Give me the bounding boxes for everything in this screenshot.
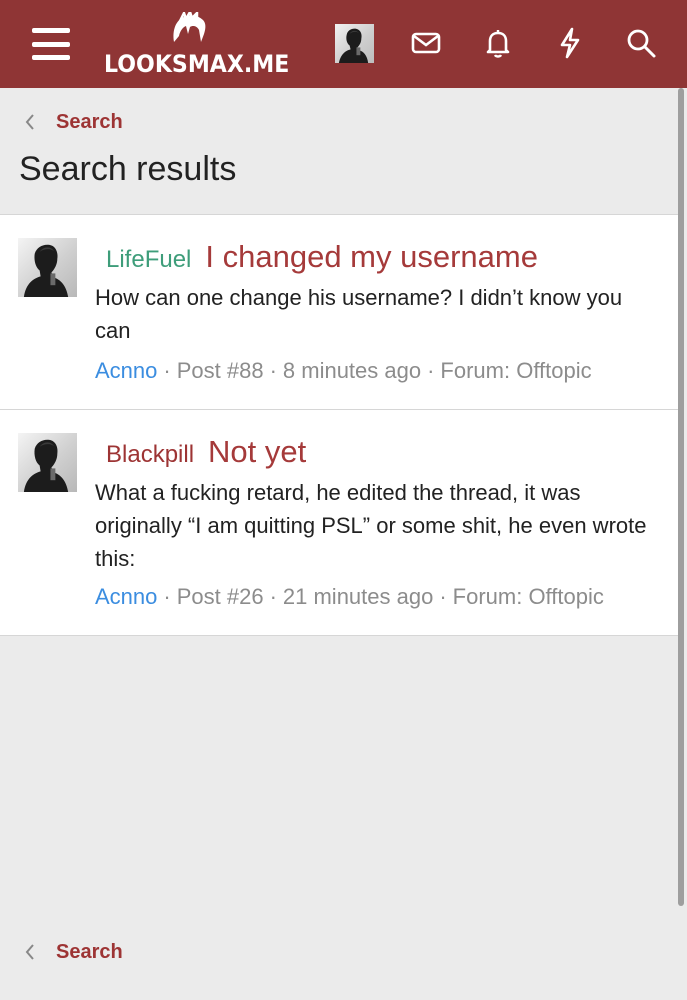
thread-title[interactable]: Not yet	[208, 434, 306, 469]
search-icon[interactable]	[624, 26, 658, 60]
result-snippet: What a fucking retard, he edited the thr…	[95, 480, 647, 571]
breadcrumb[interactable]: Search	[22, 108, 123, 136]
forum-link[interactable]: Forum: Offtopic	[440, 358, 591, 383]
result-snippet: How can one change his username? I didn’…	[95, 285, 623, 343]
thread-prefix[interactable]: Blackpill	[106, 441, 194, 468]
site-logo[interactable]: LOOKSMAX.ME	[104, 12, 289, 78]
mail-icon[interactable]	[409, 26, 443, 60]
menu-icon[interactable]	[32, 28, 70, 60]
site-header: LOOKSMAX.ME	[0, 0, 687, 88]
result-meta: Acnno · Post #88 · 8 minutes ago · Forum: Offt…	[95, 358, 592, 383]
breadcrumb-search-link[interactable]: Search	[56, 111, 123, 134]
scrollbar[interactable]	[678, 88, 684, 906]
forum-link[interactable]: Forum: Offtopic	[453, 584, 604, 609]
author-link[interactable]: Acnno	[95, 358, 157, 383]
user-avatar[interactable]	[335, 24, 374, 63]
post-time: 8 minutes ago	[282, 358, 422, 383]
author-link[interactable]: Acnno	[95, 584, 157, 609]
author-avatar[interactable]	[18, 238, 77, 297]
bell-icon[interactable]	[481, 26, 515, 60]
post-number[interactable]: Post #88	[177, 358, 264, 383]
post-number[interactable]: Post #26	[177, 584, 264, 609]
thread-title[interactable]: I changed my username	[205, 239, 538, 274]
logo-hair-icon	[173, 12, 206, 42]
footer-breadcrumb[interactable]: Search	[22, 938, 123, 966]
page-title: Search results	[19, 150, 237, 188]
logo-text: LOOKSMAX.ME	[104, 50, 290, 78]
chevron-left-icon	[25, 944, 34, 960]
result-meta: Acnno · Post #26 · 21 minutes ago · Forum: Off…	[95, 584, 604, 609]
bolt-icon[interactable]	[553, 26, 587, 60]
search-results-list: LifeFuel I changed my username How can on…	[0, 214, 678, 636]
breadcrumb-search-link[interactable]: Search	[56, 941, 123, 964]
search-result-item[interactable]: Blackpill Not yet What a fucking retard, …	[0, 410, 678, 636]
post-time: 21 minutes ago	[282, 584, 434, 609]
chevron-left-icon	[25, 114, 34, 130]
thread-prefix[interactable]: LifeFuel	[106, 246, 191, 273]
author-avatar[interactable]	[18, 433, 77, 492]
search-result-item[interactable]: LifeFuel I changed my username How can on…	[0, 215, 678, 410]
